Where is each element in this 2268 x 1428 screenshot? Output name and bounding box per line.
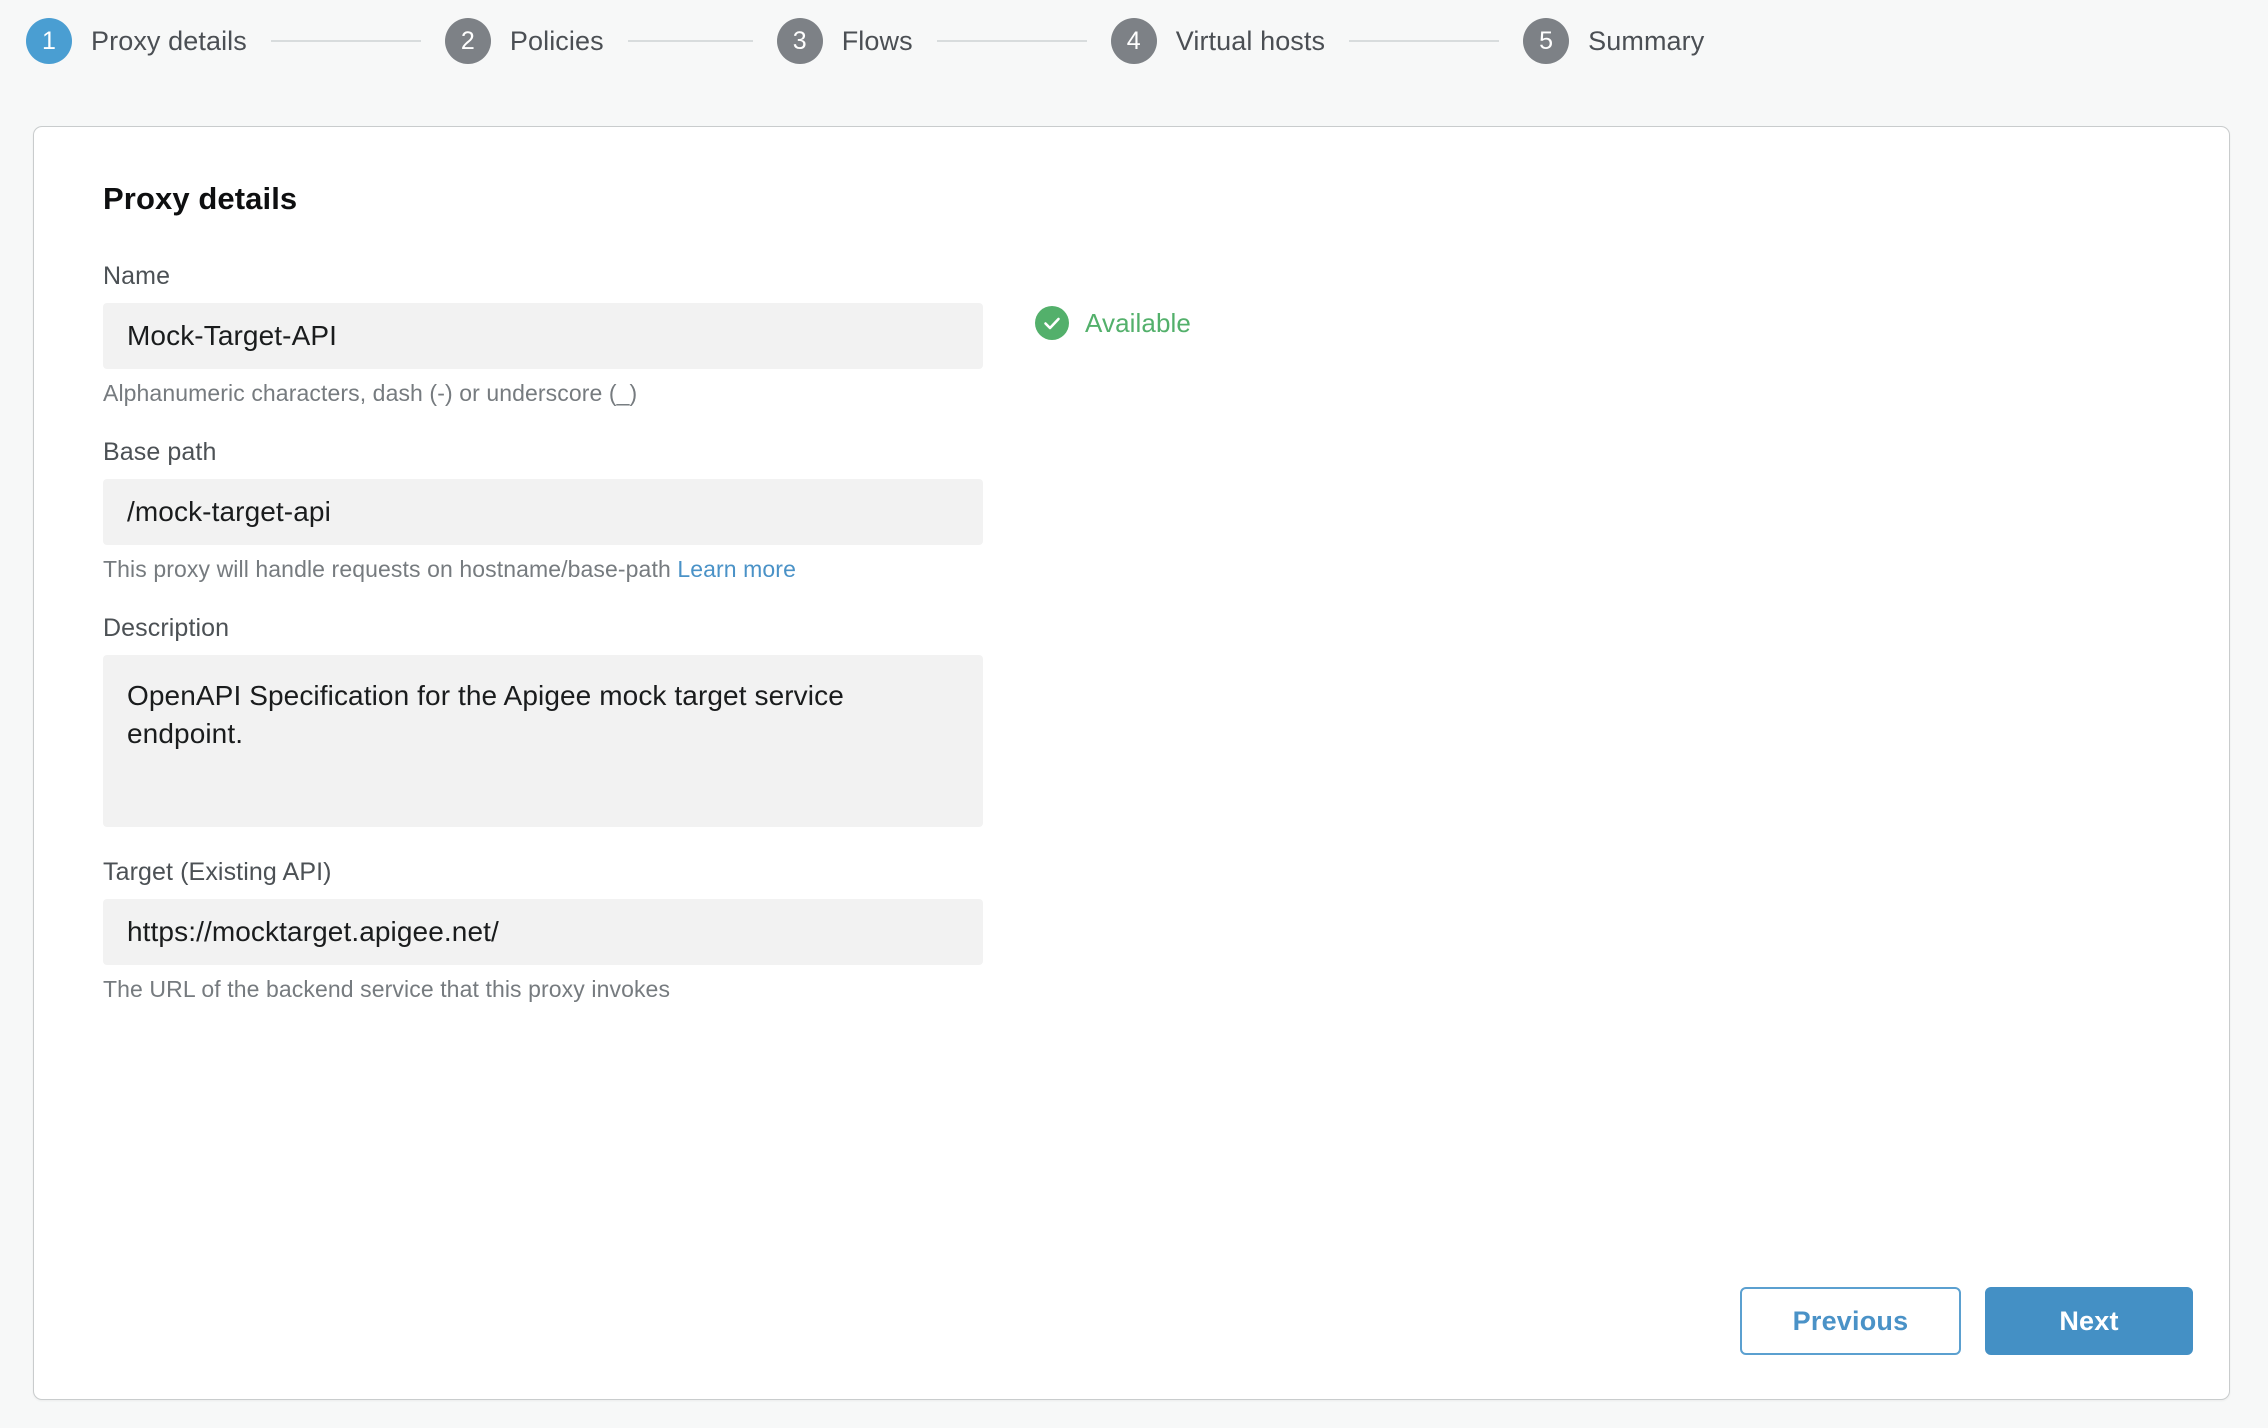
check-circle-icon (1035, 306, 1069, 340)
name-availability-status: Available (1035, 306, 1191, 340)
stepper-step-proxy-details[interactable]: 1 Proxy details (26, 18, 247, 64)
field-label-description: Description (103, 614, 230, 642)
stepper-step-number-4: 4 (1110, 18, 1157, 64)
field-label-target: Target (Existing API) (103, 858, 332, 886)
stepper-step-flows[interactable]: 3 Flows (776, 18, 913, 64)
stepper-step-number-5: 5 (1523, 18, 1570, 64)
stepper-step-label-5: Summary (1588, 25, 1705, 56)
stepper-connector-4 (1349, 40, 1500, 42)
proxy-details-form: Name Mock-Target-API Alphanumeric charac… (103, 262, 1191, 1003)
field-name: Name Mock-Target-API Alphanumeric charac… (103, 262, 983, 407)
stepper-step-number-2: 2 (444, 18, 491, 64)
wizard-stepper: 1 Proxy details 2 Policies 3 Flows 4 Vir… (0, 0, 2268, 82)
field-description: Description OpenAPI Specification for th… (103, 614, 983, 827)
field-label-base-path: Base path (103, 438, 217, 466)
wizard-footer-actions: Previous Next (1740, 1287, 2193, 1355)
page-title: Proxy details (103, 181, 298, 216)
field-target: Target (Existing API) https://mocktarget… (103, 858, 983, 1003)
stepper-step-label-3: Flows (841, 25, 913, 56)
field-label-name: Name (103, 262, 171, 290)
name-input[interactable]: Mock-Target-API (103, 303, 983, 369)
stepper-step-virtual-hosts[interactable]: 4 Virtual hosts (1110, 18, 1326, 64)
stepper-step-number-1: 1 (26, 18, 72, 64)
stepper-connector-1 (270, 40, 421, 42)
stepper-step-policies[interactable]: 2 Policies (444, 18, 604, 64)
field-hint-name: Alphanumeric characters, dash (-) or und… (103, 380, 638, 406)
availability-label: Available (1085, 307, 1191, 338)
field-hint-target: The URL of the backend service that this… (103, 976, 671, 1002)
proxy-details-card: Proxy details Name Mock-Target-API Alpha… (33, 126, 2230, 1400)
next-button[interactable]: Next (1985, 1287, 2193, 1355)
learn-more-link[interactable]: Learn more (677, 556, 796, 582)
target-input[interactable]: https://mocktarget.apigee.net/ (103, 899, 983, 965)
stepper-step-label-1: Proxy details (91, 25, 247, 56)
stepper-step-label-4: Virtual hosts (1175, 25, 1326, 56)
stepper-step-label-2: Policies (509, 25, 604, 56)
stepper-step-number-3: 3 (776, 18, 823, 64)
field-hint-base-path-text: This proxy will handle requests on hostn… (103, 556, 671, 582)
field-base-path: Base path /mock-target-api This proxy wi… (103, 438, 983, 583)
stepper-step-summary[interactable]: 5 Summary (1523, 18, 1704, 64)
previous-button[interactable]: Previous (1740, 1287, 1961, 1355)
description-input[interactable]: OpenAPI Specification for the Apigee moc… (103, 655, 983, 827)
field-hint-base-path: This proxy will handle requests on hostn… (103, 556, 983, 583)
stepper-connector-3 (936, 40, 1087, 42)
stepper-connector-2 (627, 40, 753, 42)
base-path-input[interactable]: /mock-target-api (103, 479, 983, 545)
